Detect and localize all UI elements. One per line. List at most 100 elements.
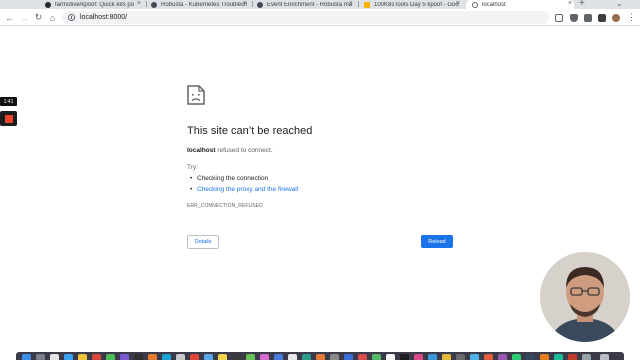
app-icon[interactable] [260,354,269,360]
app-icon[interactable] [218,354,227,360]
app-icon[interactable] [78,354,87,360]
back-icon[interactable]: ← [4,12,15,23]
app-icon[interactable] [120,354,129,360]
app-icon[interactable] [582,354,591,360]
stop-recording-button[interactable] [0,111,17,126]
app-icon[interactable] [456,354,465,360]
macos-dock [16,352,624,360]
close-icon[interactable]: × [456,0,460,7]
app-icon[interactable] [106,354,115,360]
tab-robusta[interactable]: Robusta - Kubernetes Troublesh × [151,0,249,9]
robusta-icon [257,1,263,8]
app-icon[interactable] [414,354,423,360]
tab-label: 100K8sTools Day 5 kpoof - Goo [374,1,459,8]
app-icon[interactable] [568,354,577,360]
forward-icon[interactable]: → [19,12,30,23]
app-icon[interactable] [134,354,143,360]
recording-timer: 1:41 [0,97,17,106]
google-docs-icon [364,1,370,8]
app-icon[interactable] [176,354,185,360]
error-code: ERR_CONNECTION_REFUSED [187,203,263,209]
site-info-icon[interactable] [68,14,75,21]
tab-strip: farmotive/kpoof: Quick k8s po × Robusta … [0,0,640,9]
app-icon[interactable] [372,354,381,360]
try-label: Try: [187,164,198,171]
app-icon[interactable] [204,354,213,360]
trash-icon[interactable] [600,354,609,360]
tab-label: localhost [482,1,506,8]
app-icon[interactable] [470,354,479,360]
app-icon[interactable] [50,354,59,360]
globe-icon [472,1,478,8]
app-icon[interactable] [484,354,493,360]
app-icon[interactable] [316,354,325,360]
error-message: localhost refused to connect. [187,147,273,154]
tab-divider [252,1,253,7]
app-icon[interactable] [302,354,311,360]
app-icon[interactable] [148,354,157,360]
app-icon[interactable] [540,354,549,360]
close-icon[interactable]: × [568,0,572,7]
tab-label: farmotive/kpoof: Quick k8s po [55,1,135,8]
cast-icon[interactable] [555,14,563,22]
app-icon[interactable] [512,354,521,360]
tab-label: Event Enrichment - Robusta ma [267,1,353,8]
error-host: localhost [187,147,216,154]
profile-avatar[interactable] [612,14,620,22]
robusta-icon [151,1,157,8]
app-icon[interactable] [400,354,409,360]
app-icon[interactable] [330,354,339,360]
app-icon[interactable] [190,354,199,360]
app-icon[interactable] [498,354,507,360]
tab-label: Robusta - Kubernetes Troublesh [161,1,248,8]
suggestion-check-proxy-link[interactable]: Checking the proxy and the firewall [190,186,298,193]
app-icon[interactable] [36,354,45,360]
app-icon[interactable] [428,354,437,360]
app-icon[interactable] [64,354,73,360]
app-icon[interactable] [344,354,353,360]
tab-divider [358,1,359,7]
screen-recorder: 1:41 [0,97,18,131]
reload-button[interactable]: Reload [421,235,453,248]
stop-icon [4,114,13,123]
tab-github-kpoof[interactable]: farmotive/kpoof: Quick k8s po × [45,0,143,9]
browser-toolbar: ← → ↻ ⌂ localhost:8000/ ⋮ [0,9,640,26]
app-icon[interactable] [386,354,395,360]
url-text: localhost:8000/ [80,14,128,21]
tab-google-doc[interactable]: 100K8sTools Day 5 kpoof - Goo × [364,0,462,9]
close-icon[interactable]: × [349,0,353,7]
tab-divider [146,1,147,7]
details-button[interactable]: Details [187,235,219,249]
home-icon[interactable]: ⌂ [47,12,58,23]
webcam-overlay [540,252,630,342]
close-icon[interactable]: × [243,0,247,7]
tab-event-enrichment[interactable]: Event Enrichment - Robusta ma × [257,0,355,9]
app-icon[interactable] [288,354,297,360]
app-icon[interactable] [442,354,451,360]
error-message-text: refused to connect. [215,147,273,154]
app-icon[interactable] [358,354,367,360]
shield-extension-icon[interactable] [570,14,578,22]
puzzle-icon[interactable] [598,14,606,22]
menu-icon[interactable]: ⋮ [626,12,637,23]
app-icon[interactable] [162,354,171,360]
app-icon[interactable] [554,354,563,360]
error-title: This site can’t be reached [187,125,313,137]
app-icon[interactable] [526,354,535,360]
app-icon[interactable] [92,354,101,360]
sad-document-icon [187,85,205,105]
tab-localhost[interactable]: localhost × [466,0,574,9]
close-icon[interactable]: × [137,0,141,7]
app-icon[interactable] [274,354,283,360]
suggestion-check-connection: Checking the connection [190,175,268,182]
finder-icon[interactable] [22,354,31,360]
address-bar[interactable]: localhost:8000/ [62,11,549,24]
presenter-video [540,252,630,342]
new-tab-button[interactable]: + [579,0,585,9]
app-icon[interactable] [232,354,241,360]
reload-icon[interactable]: ↻ [33,12,44,23]
app-icon[interactable] [246,354,255,360]
tab-search-icon[interactable]: ⌄ [616,0,623,8]
github-icon [45,1,51,8]
extension-icon[interactable] [584,14,592,22]
